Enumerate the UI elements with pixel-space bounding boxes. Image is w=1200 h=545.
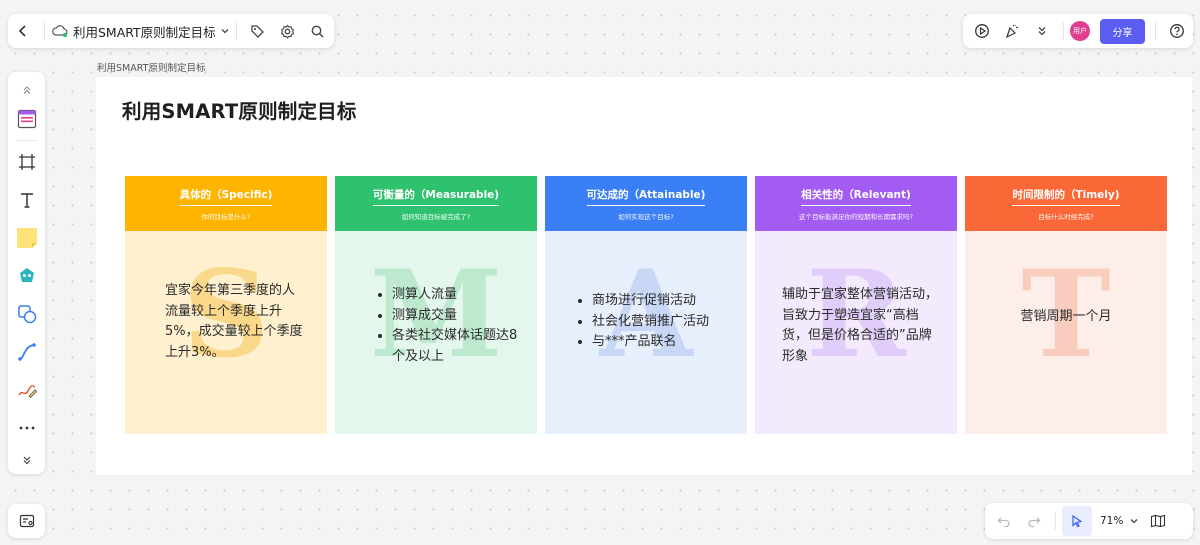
shape-tool[interactable] <box>12 295 42 333</box>
column-text[interactable]: 商场进行促销活动 社会化营销推广活动 与***产品联名 <box>572 291 742 353</box>
template-tool[interactable] <box>12 100 42 138</box>
collaboration-toolbar: 用户 分享 <box>963 14 1193 48</box>
column-text[interactable]: 辅助于宜家整体营销活动，旨致力于塑造宜家“高档货，但是价格合适的”品牌形象 <box>782 285 942 367</box>
present-button[interactable] <box>967 16 997 46</box>
undo-icon <box>997 517 1010 528</box>
double-chevron-down-icon <box>1038 27 1046 36</box>
list-item: 商场进行促销活动 <box>592 291 742 312</box>
search-icon <box>311 25 324 38</box>
column-text[interactable]: 宜家今年第三季度的人流量较上个季度上升5%，成交量较上个季度上升3%。 <box>165 281 305 363</box>
redo-icon <box>1028 517 1041 528</box>
chevron-down-icon[interactable] <box>220 26 230 36</box>
column-question: 如何实现这个目标? <box>618 212 674 221</box>
search-button[interactable] <box>303 16 333 46</box>
tag-icon <box>251 24 265 38</box>
sticky-note-tool[interactable] <box>12 219 42 257</box>
zoom-level[interactable]: 71% <box>1100 515 1123 527</box>
column-question: 如何知道目标被完成了? <box>401 212 471 221</box>
help-button[interactable] <box>1162 16 1192 46</box>
document-toolbar: 利用SMART原则制定目标 <box>8 14 334 48</box>
redo-button[interactable] <box>1019 506 1049 536</box>
view-controls: 71% <box>985 503 1193 539</box>
pen-tool[interactable] <box>12 371 42 409</box>
column-body: T 营销周期一个月 <box>965 231 1167 434</box>
minimap-toggle[interactable] <box>8 504 45 538</box>
smart-column-relevant[interactable]: 相关性的（Relevant) 这个目标能满足你的短期和长期需求吗? R 辅助于宜… <box>755 176 957 434</box>
cursor-icon <box>1072 514 1083 528</box>
smart-column-specific[interactable]: 具体的（Specific) 你的目标是什么? S 宜家今年第三季度的人流量较上个… <box>125 176 327 434</box>
list-item: 社会化营销推广活动 <box>592 312 742 333</box>
column-question: 目标什么时候完成? <box>1038 212 1094 221</box>
tag-button[interactable] <box>243 16 273 46</box>
shapes-icon <box>17 305 36 324</box>
more-collapse-button[interactable] <box>1027 16 1057 46</box>
frame-label[interactable]: 利用SMART原则制定目标 <box>97 60 205 74</box>
help-icon <box>1170 24 1184 38</box>
chevron-left-icon <box>18 25 26 37</box>
text-tool[interactable] <box>12 181 42 219</box>
gear-icon <box>281 24 295 39</box>
column-title: 相关性的（Relevant) <box>801 187 911 206</box>
column-title: 时间限制的（Timely) <box>1012 187 1120 206</box>
column-text[interactable]: 营销周期一个月 <box>965 307 1167 328</box>
column-question: 这个目标能满足你的短期和长期需求吗? <box>799 212 913 221</box>
double-chevron-down-icon <box>23 456 30 465</box>
connector-tool[interactable] <box>12 333 42 371</box>
settings-button[interactable] <box>273 16 303 46</box>
column-body: S 宜家今年第三季度的人流量较上个季度上升5%，成交量较上个季度上升3%。 <box>125 231 327 434</box>
more-tools-button[interactable] <box>12 409 42 447</box>
frame-tool[interactable] <box>12 143 42 181</box>
collapse-down-button[interactable] <box>12 447 42 473</box>
template-icon <box>17 109 36 129</box>
smart-shape-tool[interactable] <box>12 257 42 295</box>
column-text[interactable]: 测算人流量 测算成交量 各类社交媒体话题达8个及以上 <box>372 285 522 367</box>
frame-icon <box>18 154 35 170</box>
smart-column-timely[interactable]: 时间限制的（Timely) 目标什么时候完成? T 营销周期一个月 <box>965 176 1167 434</box>
ai-assistant-icon <box>19 268 34 282</box>
column-header: 可达成的（Attainable) 如何实现这个目标? <box>545 176 747 231</box>
column-body: M 测算人流量 测算成交量 各类社交媒体话题达8个及以上 <box>335 231 537 434</box>
more-horizontal-icon <box>19 426 34 430</box>
column-body: A 商场进行促销活动 社会化营销推广活动 与***产品联名 <box>545 231 747 434</box>
list-item: 测算成交量 <box>392 306 522 327</box>
list-item: 测算人流量 <box>392 285 522 306</box>
select-tool-button[interactable] <box>1062 506 1092 536</box>
avatar[interactable]: 用户 <box>1070 21 1090 41</box>
map-view-button[interactable] <box>1143 506 1173 536</box>
frame-title[interactable]: 利用SMART原则制定目标 <box>122 95 357 124</box>
smart-column-attainable[interactable]: 可达成的（Attainable) 如何实现这个目标? A 商场进行促销活动 社会… <box>545 176 747 434</box>
undo-button[interactable] <box>989 506 1019 536</box>
party-popper-icon <box>1005 24 1019 39</box>
column-header: 可衡量的（Measurable) 如何知道目标被完成了? <box>335 176 537 231</box>
connector-icon <box>17 343 36 361</box>
list-item: 各类社交媒体话题达8个及以上 <box>392 326 522 367</box>
column-title: 可衡量的（Measurable) <box>372 187 500 206</box>
cloud-saved-icon <box>51 24 69 38</box>
chevron-down-icon[interactable] <box>1129 516 1139 526</box>
collapse-up-button[interactable] <box>12 80 42 100</box>
column-body: R 辅助于宜家整体营销活动，旨致力于塑造宜家“高档货，但是价格合适的”品牌形象 <box>755 231 957 434</box>
double-chevron-up-icon <box>23 86 30 94</box>
share-button[interactable]: 分享 <box>1100 18 1145 44</box>
column-title: 具体的（Specific) <box>179 187 273 206</box>
outline-view-icon <box>19 514 34 528</box>
column-header: 具体的（Specific) 你的目标是什么? <box>125 176 327 231</box>
book-map-icon <box>1151 514 1166 528</box>
back-button[interactable] <box>8 16 38 46</box>
sticky-note-icon <box>16 228 37 248</box>
column-question: 你的目标是什么? <box>201 212 251 221</box>
celebrate-button[interactable] <box>997 16 1027 46</box>
document-title[interactable]: 利用SMART原则制定目标 <box>73 22 216 41</box>
tool-sidebar <box>8 72 45 474</box>
smart-column-measurable[interactable]: 可衡量的（Measurable) 如何知道目标被完成了? M 测算人流量 测算成… <box>335 176 537 434</box>
play-circle-icon <box>975 24 989 38</box>
pen-icon <box>17 385 37 399</box>
column-header: 相关性的（Relevant) 这个目标能满足你的短期和长期需求吗? <box>755 176 957 231</box>
column-title: 可达成的（Attainable) <box>586 187 706 206</box>
smart-frame[interactable]: 利用SMART原则制定目标 具体的（Specific) 你的目标是什么? S 宜… <box>96 77 1192 475</box>
column-header: 时间限制的（Timely) 目标什么时候完成? <box>965 176 1167 231</box>
list-item: 与***产品联名 <box>592 332 742 353</box>
text-icon <box>20 193 33 208</box>
